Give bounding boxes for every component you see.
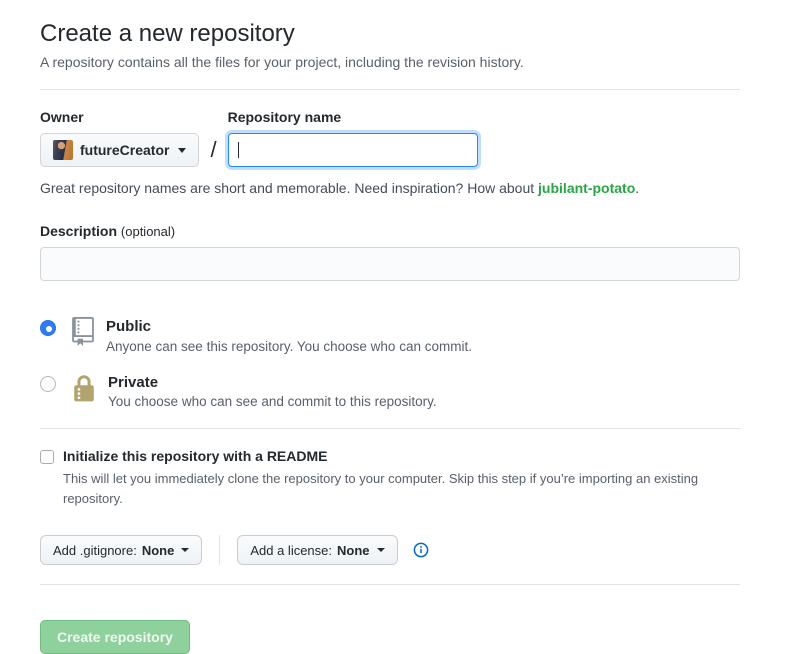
repo-name-label: Repository name (227, 109, 342, 125)
repo-name-hint: Great repository names are short and mem… (40, 180, 740, 196)
description-field: Description (optional) (40, 223, 740, 281)
lock-icon (72, 373, 96, 406)
public-option-text: Public Anyone can see this repository. Y… (106, 317, 472, 354)
hint-text: Great repository names are short and mem… (40, 180, 539, 196)
info-icon[interactable] (413, 542, 429, 558)
public-radio[interactable] (40, 320, 56, 336)
description-label-row: Description (optional) (40, 223, 740, 239)
hint-period: . (635, 180, 640, 196)
divider (40, 89, 740, 90)
gitignore-dropdown-button[interactable]: Add .gitignore: None (40, 535, 203, 566)
caret-down-icon (181, 548, 190, 553)
visibility-options: Public Anyone can see this repository. Y… (40, 317, 740, 409)
gitignore-prefix: Add .gitignore: (53, 542, 137, 558)
text-cursor (237, 142, 239, 158)
gitignore-value: None (141, 542, 175, 558)
divider (40, 584, 740, 586)
repo-name-input[interactable] (227, 133, 478, 167)
license-prefix: Add a license: (250, 542, 333, 558)
readme-section: Initialize this repository with a README… (40, 448, 740, 509)
public-description: Anyone can see this repository. You choo… (106, 338, 472, 354)
avatar (53, 140, 73, 160)
owner-label: Owner (40, 109, 84, 125)
owner-select-button[interactable]: futureCreator (40, 133, 200, 167)
owner-username: futureCreator (80, 142, 170, 158)
create-repository-page: Create a new repository A repository con… (40, 0, 740, 654)
vertical-divider (219, 535, 221, 566)
public-label[interactable]: Public (106, 317, 472, 337)
caret-down-icon (376, 548, 385, 553)
description-input[interactable] (40, 247, 740, 281)
readme-checkbox[interactable] (40, 450, 54, 464)
page-subtitle: A repository contains all the files for … (40, 54, 524, 70)
owner-field: Owner futureCreator (40, 109, 200, 167)
repo-name-field: Repository name (227, 109, 478, 167)
private-description: You choose who can see and commit to thi… (108, 394, 437, 409)
description-optional-tag: (optional) (120, 224, 176, 239)
repo-suggestion-link[interactable]: jubilant-potato (538, 180, 635, 196)
private-label[interactable]: Private (108, 373, 437, 393)
repo-icon (72, 317, 94, 349)
description-label: Description (40, 223, 118, 239)
page-title: Create a new repository (40, 20, 295, 47)
private-option-row: Private You choose who can see and commi… (40, 373, 740, 410)
create-repository-button[interactable]: Create repository (40, 620, 190, 654)
readme-label[interactable]: Initialize this repository with a README (63, 448, 327, 464)
private-radio[interactable] (40, 375, 56, 392)
caret-down-icon (178, 147, 187, 153)
divider (40, 428, 740, 429)
license-value: None (337, 542, 370, 558)
public-option-row: Public Anyone can see this repository. Y… (40, 317, 740, 354)
private-option-text: Private You choose who can see and commi… (108, 373, 437, 410)
readme-description: This will let you immediately clone the … (63, 471, 699, 507)
readme-row: Initialize this repository with a README (40, 448, 740, 464)
name-row: Owner futureCreator / Repository name (40, 109, 740, 167)
addons-row: Add .gitignore: None Add a license: None (40, 535, 740, 566)
license-dropdown-button[interactable]: Add a license: None (237, 535, 398, 566)
path-separator: / (210, 137, 217, 162)
